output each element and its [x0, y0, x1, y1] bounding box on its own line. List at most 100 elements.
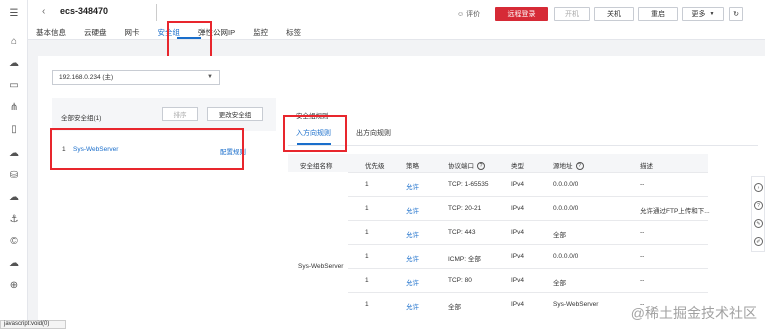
tab-basic-info[interactable]: 基本信息 [36, 27, 66, 38]
chevron-down-icon: ▼ [207, 74, 213, 80]
help-icon[interactable]: ? [477, 162, 485, 171]
cloud-3-icon[interactable]: ☁ [7, 190, 21, 204]
tab-cloud-disk[interactable]: 云硬盘 [84, 27, 107, 38]
tab-monitor[interactable]: 监控 [253, 27, 268, 38]
cloud-2-icon[interactable]: ☁ [7, 146, 21, 160]
help-icon[interactable]: ? [575, 162, 584, 171]
rule-protocol: TCP: 20-21 [448, 205, 482, 212]
rule-policy: 允许 [406, 256, 419, 263]
more-button[interactable]: 更多 ▼ [682, 7, 724, 21]
network-icon[interactable]: ⋔ [7, 100, 21, 114]
col-description: 描述 [640, 163, 653, 170]
browser-status-bar: javascript:void(0) [0, 320, 66, 329]
table-row: 1 允许 TCP: 20-21 IPv4 0.0.0.0/0 允许通过FTP上传… [348, 196, 710, 220]
instance-title: ecs-348470 [60, 6, 109, 16]
nic-ip-value: 192.168.0.234 (主) [59, 74, 114, 81]
coin-icon[interactable]: © [7, 234, 21, 248]
rules-table-header: 安全组名称 优先级 策略 协议端口? 类型 源地址? 描述 [288, 154, 708, 172]
rule-priority: 1 [365, 277, 369, 284]
col-source: 源地址? [553, 160, 584, 171]
rule-type: IPv4 [511, 205, 525, 212]
col-policy: 策略 [406, 163, 419, 170]
rule-type: IPv4 [511, 301, 525, 308]
rule-protocol: TCP: 443 [448, 229, 476, 236]
rule-source: 0.0.0.0/0 [553, 181, 579, 188]
nic-ip-select[interactable]: 192.168.0.234 (主) ▼ [52, 70, 220, 85]
sort-button[interactable]: 排序 [162, 107, 198, 121]
tab-outbound-rules[interactable]: 出方向规则 [356, 128, 391, 138]
rule-policy: 允许 [406, 208, 419, 215]
change-security-group-button[interactable]: 更改安全组 [207, 107, 263, 121]
rule-policy: 允许 [406, 280, 419, 287]
rule-protocol: 全部 [448, 304, 461, 311]
table-row: 1 允许 TCP: 1-65535 IPv4 0.0.0.0/0 -- [348, 172, 708, 196]
rule-description: -- [640, 277, 645, 284]
security-group-highlight-box [50, 128, 244, 170]
security-group-count: 全部安全组(1) [61, 115, 102, 122]
globe-icon[interactable]: ⊕ [7, 278, 21, 292]
database-icon[interactable]: ⛁ [7, 168, 21, 182]
rules-panel: 安全组规则 入方向规则 出方向规则 安全组名称 优先级 策略 协议端口? 类型 … [288, 98, 758, 329]
rule-source: 全部 [553, 280, 566, 287]
rule-priority: 1 [365, 205, 369, 212]
rule-source: 全部 [553, 232, 566, 239]
smiley-icon: ☺ [457, 10, 465, 18]
disk-icon[interactable]: ▯ [7, 122, 21, 136]
rule-policy: 允许 [406, 304, 419, 311]
rule-protocol: TCP: 80 [448, 277, 472, 284]
col-type: 类型 [511, 163, 524, 170]
inbound-tab-highlight-box [283, 115, 347, 152]
rule-policy: 允许 [406, 184, 419, 191]
main-content: 192.168.0.234 (主) ▼ 全部安全组(1) 排序 更改安全组 1 … [38, 56, 765, 329]
rule-type: IPv4 [511, 253, 525, 260]
tab-tags[interactable]: 标签 [286, 27, 301, 38]
col-protocol-port-label: 协议端口 [448, 163, 474, 170]
rule-priority: 1 [365, 253, 369, 260]
rule-policy: 允许 [406, 232, 419, 239]
tab-nic[interactable]: 网卡 [125, 27, 140, 38]
rule-priority: 1 [365, 181, 369, 188]
collapse-icon[interactable]: › [754, 183, 763, 192]
server-icon[interactable]: ▭ [7, 78, 21, 92]
watermark: @稀土掘金技术社区 [630, 305, 757, 321]
rule-source: 0.0.0.0/0 [553, 253, 579, 260]
rule-description: 允许通过FTP上传和下... [640, 208, 710, 215]
rule-protocol: ICMP: 全部 [448, 256, 481, 263]
cloud-4-icon[interactable]: ☁ [7, 256, 21, 270]
page: ☰ ⌂ ☁ ▭ ⋔ ▯ ☁ ⛁ ☁ ⚓ © ☁ ⊕ ‹ ecs-348470 基… [0, 0, 765, 329]
rule-protocol: TCP: 1-65535 [448, 181, 489, 188]
more-label: 更多 [691, 11, 706, 18]
rule-type: IPv4 [511, 277, 525, 284]
rule-type: IPv4 [511, 181, 525, 188]
rule-description: -- [640, 181, 645, 188]
col-group-name: 安全组名称 [300, 163, 333, 170]
security-group-list-header: 全部安全组(1) 排序 更改安全组 [52, 98, 276, 131]
restart-button[interactable]: 重启 [638, 7, 678, 21]
rule-group-name: Sys-WebServer [298, 263, 344, 270]
divider [156, 4, 157, 21]
menu-icon[interactable]: ☰ [7, 6, 21, 20]
rule-type: IPv4 [511, 229, 525, 236]
table-row: 1 允许 TCP: 443 IPv4 全部 -- [348, 220, 708, 244]
edit-icon[interactable]: ✐ [754, 237, 763, 246]
rule-description: -- [640, 253, 645, 260]
feedback-link[interactable]: ☺ 评价 [457, 7, 480, 21]
remote-login-button[interactable]: 远程登录 [495, 7, 548, 21]
floating-toolbar: › ? ✎ ✐ [751, 176, 765, 252]
shutdown-button[interactable]: 关机 [594, 7, 634, 21]
rule-description: -- [640, 229, 645, 236]
col-source-label: 源地址 [553, 163, 573, 170]
refresh-button[interactable]: ↻ [729, 7, 743, 21]
rule-source: Sys-WebServer [553, 301, 599, 308]
feedback-icon[interactable]: ✎ [754, 219, 763, 228]
col-priority: 优先级 [365, 163, 385, 170]
home-icon[interactable]: ⌂ [7, 34, 21, 48]
divider [288, 145, 758, 146]
cloud-icon[interactable]: ☁ [7, 56, 21, 70]
anchor-icon[interactable]: ⚓ [7, 212, 21, 226]
start-button[interactable]: 开机 [554, 7, 590, 21]
help-icon[interactable]: ? [754, 201, 763, 210]
back-icon[interactable]: ‹ [42, 6, 54, 18]
rule-source: 0.0.0.0/0 [553, 205, 579, 212]
col-protocol-port: 协议端口? [448, 160, 485, 171]
